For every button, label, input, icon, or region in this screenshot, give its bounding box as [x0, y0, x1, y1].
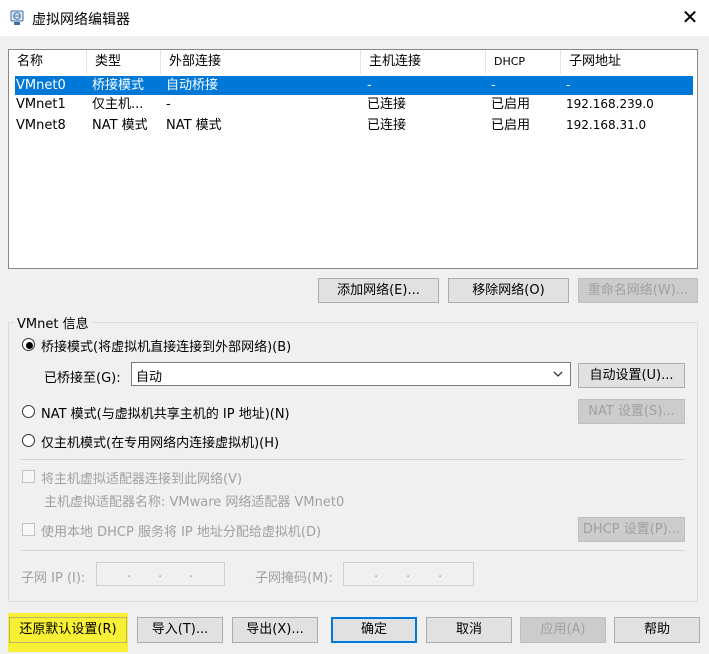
column-header-host[interactable]: 主机连接 — [361, 50, 486, 74]
cell-host: 已连接 — [367, 97, 407, 112]
close-icon[interactable]: ✕ — [679, 6, 701, 28]
window-title: 虚拟网络编辑器 — [32, 12, 130, 28]
nat-mode-radio[interactable] — [22, 405, 35, 418]
column-header-subnet[interactable]: 子网地址 — [561, 50, 697, 74]
cell-name: VMnet1 — [16, 97, 66, 112]
column-header-external[interactable]: 外部连接 — [161, 50, 361, 74]
cell-dhcp: 已启用 — [491, 118, 531, 133]
divider — [21, 459, 685, 460]
nat-mode-label[interactable]: NAT 模式(与虚拟机共享主机的 IP 地址)(N) — [41, 403, 290, 422]
network-globe-icon — [9, 10, 25, 26]
bridged-to-select[interactable]: 自动 — [131, 362, 571, 386]
bridge-mode-label[interactable]: 桥接模式(将虚拟机直接连接到外部网络)(B) — [41, 336, 291, 355]
host-only-label[interactable]: 仅主机模式(在专用网络内连接虚拟机)(H) — [41, 432, 279, 451]
subnet-mask-input[interactable]: . . . — [343, 562, 474, 586]
use-dhcp-checkbox[interactable] — [22, 523, 35, 536]
bridge-mode-radio[interactable] — [22, 338, 35, 351]
divider — [21, 550, 685, 551]
column-header-type[interactable]: 类型 — [87, 50, 161, 74]
cell-name: VMnet0 — [16, 78, 66, 93]
connect-adapter-checkbox[interactable] — [22, 470, 35, 483]
connect-adapter-label[interactable]: 将主机虚拟适配器连接到此网络(V) — [41, 468, 242, 487]
column-header-dhcp[interactable]: DHCP — [486, 50, 561, 74]
column-header-name[interactable]: 名称 — [9, 50, 87, 74]
auto-settings-button[interactable]: 自动设置(U)... — [578, 363, 685, 388]
cell-subnet: - — [566, 78, 571, 92]
export-button[interactable]: 导出(X)... — [232, 617, 318, 643]
import-button[interactable]: 导入(T)... — [137, 617, 223, 643]
use-dhcp-label[interactable]: 使用本地 DHCP 服务将 IP 地址分配给虚拟机(D) — [41, 521, 321, 540]
restore-defaults-button[interactable]: 还原默认设置(R) — [9, 617, 127, 643]
subnet-ip-label: 子网 IP (I): — [21, 571, 86, 586]
cell-host: - — [367, 78, 372, 93]
cell-host: 已连接 — [367, 118, 407, 133]
cell-subnet: 192.168.239.0 — [566, 97, 654, 111]
adapter-name-label: 主机虚拟适配器名称: VMware 网络适配器 VMnet0 — [44, 495, 345, 510]
cell-external: 自动桥接 — [166, 78, 219, 93]
table-row[interactable]: VMnet0 桥接模式 自动桥接 - - - — [15, 76, 693, 95]
cell-type: NAT 模式 — [92, 118, 148, 133]
cell-external: - — [166, 97, 171, 112]
cell-dhcp: - — [491, 78, 496, 93]
host-only-radio[interactable] — [22, 434, 35, 447]
subnet-mask-label: 子网掩码(M): — [255, 571, 333, 586]
cell-dhcp: 已启用 — [491, 97, 531, 112]
chevron-down-icon — [552, 365, 564, 387]
cell-type: 仅主机... — [92, 97, 144, 112]
network-table[interactable]: 名称 类型 外部连接 主机连接 DHCP 子网地址 VMnet0 桥接模式 自动… — [8, 49, 698, 269]
dhcp-settings-button[interactable]: DHCP 设置(P)... — [578, 517, 685, 542]
help-button[interactable]: 帮助 — [614, 617, 700, 643]
cell-name: VMnet8 — [16, 118, 66, 133]
bridged-to-value: 自动 — [136, 370, 163, 385]
remove-network-button[interactable]: 移除网络(O) — [448, 278, 569, 303]
bridged-to-label: 已桥接至(G): — [44, 371, 121, 386]
table-row[interactable]: VMnet8 NAT 模式 NAT 模式 已连接 已启用 192.168.31.… — [15, 116, 693, 135]
rename-network-button[interactable]: 重命名网络(W)... — [578, 278, 698, 303]
apply-button[interactable]: 应用(A) — [520, 617, 606, 643]
table-row[interactable]: VMnet1 仅主机... - 已连接 已启用 192.168.239.0 — [15, 95, 693, 114]
cell-external: NAT 模式 — [166, 118, 222, 133]
cell-subnet: 192.168.31.0 — [566, 118, 647, 132]
subnet-ip-input[interactable]: . . . — [96, 562, 225, 586]
ok-button[interactable]: 确定 — [331, 617, 417, 643]
group-title: VMnet 信息 — [14, 313, 92, 332]
cancel-button[interactable]: 取消 — [426, 617, 512, 643]
add-network-button[interactable]: 添加网络(E)... — [318, 278, 439, 303]
nat-settings-button[interactable]: NAT 设置(S)... — [578, 399, 685, 424]
cell-type: 桥接模式 — [92, 78, 145, 93]
